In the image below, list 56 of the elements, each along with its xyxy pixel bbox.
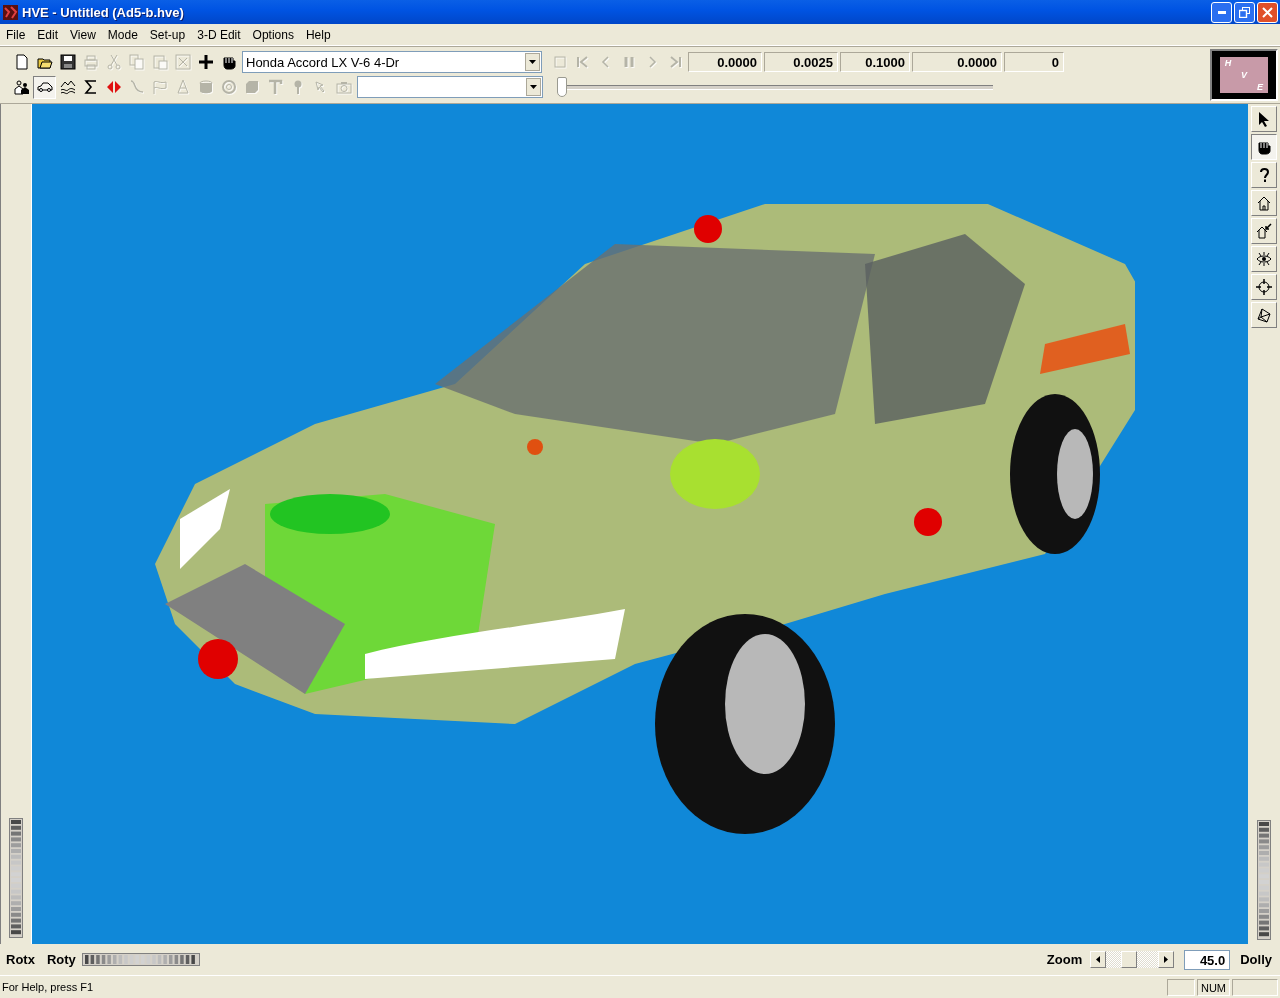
- rotx-label: Rotx: [6, 952, 35, 967]
- dropdown-button[interactable]: [525, 53, 540, 71]
- menu-item[interactable]: Edit: [31, 25, 65, 44]
- status-indicator: NUM: [1196, 978, 1230, 996]
- dolly-label: Dolly: [1240, 952, 1272, 967]
- menu-item[interactable]: File: [0, 25, 32, 44]
- window-title: HVE - Untitled (Ad5-b.hve): [22, 4, 185, 20]
- wireframe-box-icon: [1256, 307, 1272, 323]
- restore-icon: [1239, 6, 1250, 18]
- left-arrow-icon: [1096, 956, 1101, 963]
- slider-thumb[interactable]: [557, 77, 567, 97]
- vehicle-dropdown[interactable]: Honda Accord LX V-6 4-Dr: [242, 51, 542, 73]
- zoom-scrollbar[interactable]: [1090, 951, 1175, 968]
- restore-button[interactable]: [1234, 1, 1255, 23]
- menu-item[interactable]: Help: [299, 25, 337, 44]
- menu-item[interactable]: 3-D Edit: [191, 25, 247, 44]
- scroll-left-button[interactable]: [1090, 951, 1107, 968]
- status-pane: [1166, 978, 1195, 996]
- crosshair-icon: [1256, 279, 1272, 295]
- close-icon: [1262, 6, 1273, 18]
- house-with-arrow-icon: [1256, 223, 1272, 239]
- roty-label: Roty: [46, 952, 76, 967]
- 3d-viewport[interactable]: [32, 104, 1248, 944]
- readout-field: 0.0025: [764, 52, 838, 72]
- readout-field: 0.0000: [688, 52, 762, 72]
- readout-field: 0.1000: [840, 52, 910, 72]
- zoom-value-field[interactable]: 45.0: [1184, 949, 1231, 970]
- status-message: For Help, press F1: [2, 981, 95, 993]
- minimize-icon: [1217, 10, 1226, 14]
- menu-item[interactable]: Options: [246, 25, 300, 44]
- menu-item[interactable]: Mode: [101, 25, 144, 44]
- scroll-thumb[interactable]: [1121, 951, 1138, 968]
- menu-item[interactable]: View: [64, 25, 102, 44]
- time-slider[interactable]: [557, 76, 993, 98]
- dropdown-field[interactable]: [357, 76, 543, 98]
- caret-icon: [530, 85, 537, 89]
- app-icon[interactable]: [3, 4, 18, 20]
- zoom-label: Zoom: [1046, 952, 1083, 967]
- status-pane: [1232, 978, 1278, 996]
- rotx-thumbwheel[interactable]: [9, 818, 23, 938]
- hand-icon: [1256, 139, 1272, 155]
- house-icon: [1256, 195, 1272, 211]
- roty-thumbwheel[interactable]: [81, 953, 200, 966]
- view-tool-button[interactable]: [1251, 134, 1277, 160]
- hve-logo: H V E: [1210, 48, 1278, 101]
- menu-item[interactable]: Set-up: [143, 25, 192, 44]
- dropdown-button[interactable]: [526, 78, 541, 96]
- caret-icon: [529, 60, 536, 64]
- dolly-thumbwheel[interactable]: [1257, 820, 1271, 940]
- right-arrow-icon: [1164, 956, 1169, 963]
- readout-field: 0.0000: [912, 52, 1002, 72]
- minimize-button[interactable]: [1211, 1, 1232, 23]
- readout-field: 0: [1004, 52, 1064, 72]
- close-button[interactable]: [1257, 1, 1278, 23]
- scroll-right-button[interactable]: [1158, 951, 1175, 968]
- eye-icon: [1256, 251, 1272, 267]
